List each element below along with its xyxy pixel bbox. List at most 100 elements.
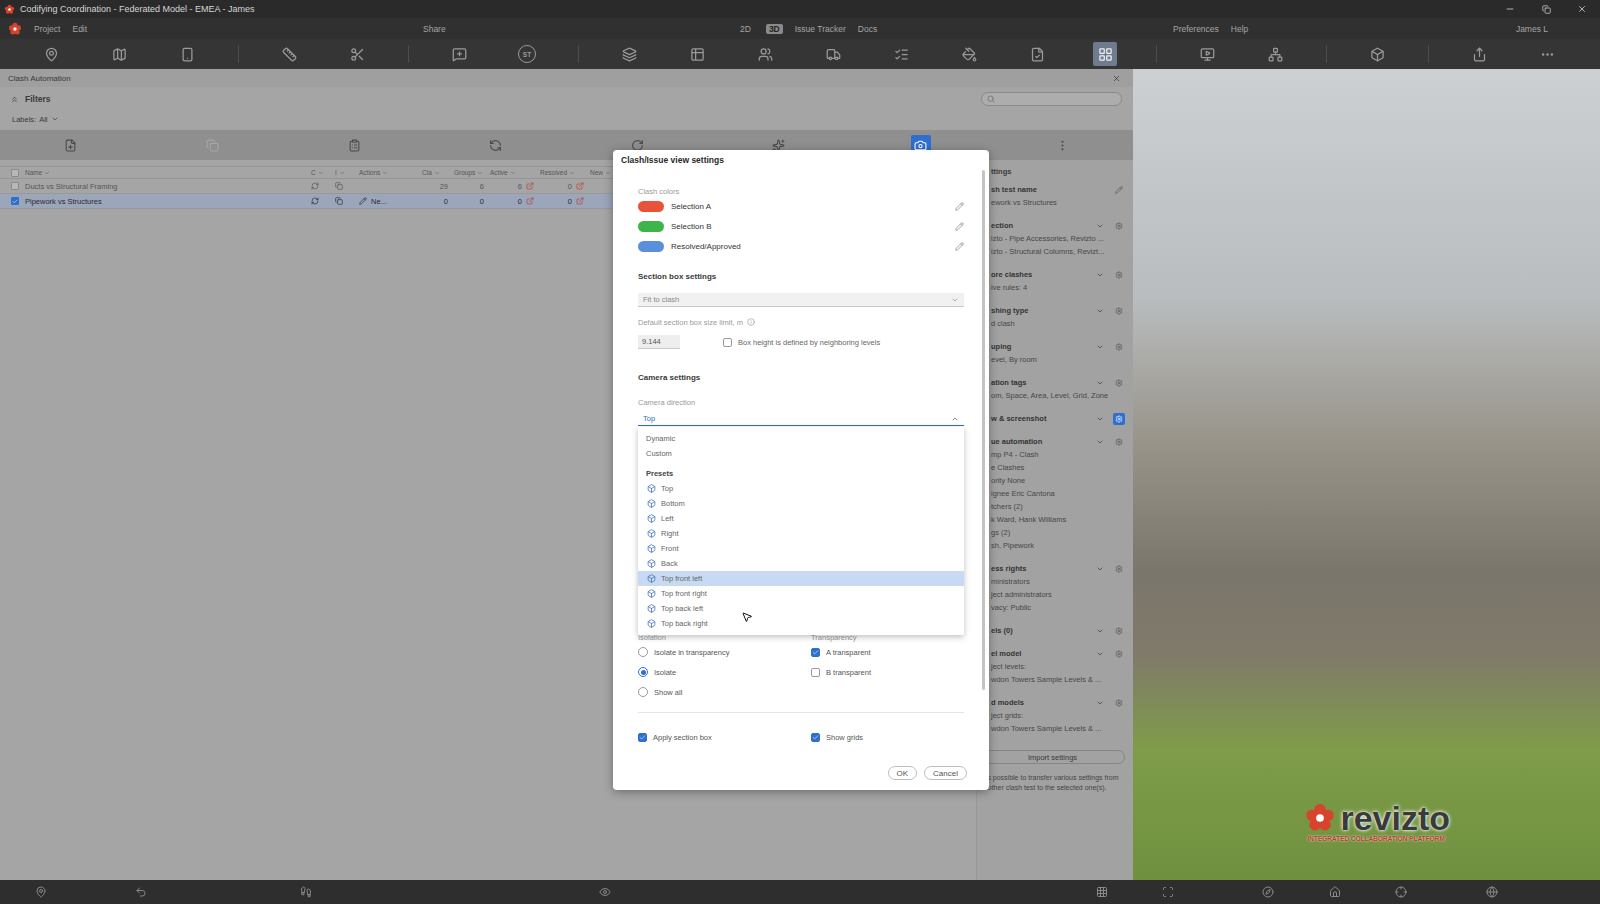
menu-option[interactable]: Top front left <box>638 571 964 586</box>
pencil-icon[interactable] <box>955 242 964 251</box>
toolbar-button[interactable] <box>425 39 493 69</box>
select-all-checkbox[interactable] <box>11 169 19 177</box>
pencil-icon[interactable] <box>359 197 367 205</box>
section-action[interactable] <box>1113 648 1125 660</box>
chevron-down-icon[interactable] <box>1096 307 1104 315</box>
toolbar-button[interactable] <box>1071 39 1139 69</box>
menu-option[interactable]: Back <box>638 556 964 571</box>
radio-option[interactable]: Isolate <box>638 662 811 682</box>
section-head[interactable]: shing type <box>991 304 1125 317</box>
chevron-down-icon[interactable] <box>1096 379 1104 387</box>
column-header[interactable]: C <box>308 169 332 176</box>
menu-option[interactable]: Left <box>638 511 964 526</box>
color-swatch[interactable] <box>638 221 664 232</box>
checkbox-option[interactable]: B transparent <box>811 662 967 682</box>
search-input[interactable] <box>998 95 1116 104</box>
neighbor-levels-checkbox[interactable] <box>723 338 732 347</box>
toolbar-button[interactable] <box>935 39 1003 69</box>
checkbox[interactable] <box>811 733 820 742</box>
radio-option[interactable]: Show all <box>638 682 811 702</box>
camera-direction-select[interactable]: Top <box>638 412 964 426</box>
import-settings-button[interactable]: Import settings <box>980 750 1125 764</box>
toolbar-button[interactable] <box>153 39 221 69</box>
status-button[interactable] <box>1258 882 1278 902</box>
toolbar-button[interactable] <box>799 39 867 69</box>
filters-label[interactable]: Filters <box>25 94 51 104</box>
refresh-icon[interactable] <box>311 182 319 190</box>
section-head[interactable]: ue automation <box>991 435 1125 448</box>
panel-tool-button[interactable] <box>991 130 1133 160</box>
section-head[interactable]: d models <box>991 696 1125 709</box>
column-header[interactable]: I <box>332 169 356 176</box>
panel-tool-button[interactable] <box>283 130 425 160</box>
status-button[interactable] <box>1325 882 1345 902</box>
checkbox-option[interactable]: Apply section box <box>638 727 811 747</box>
toolbar-button[interactable]: ST <box>493 39 561 69</box>
chevron-down-icon[interactable] <box>1096 627 1104 635</box>
chevron-down-icon[interactable] <box>1096 415 1104 423</box>
toolbar-button[interactable] <box>1513 39 1581 69</box>
close-button[interactable] <box>1564 0 1600 18</box>
toolbar-button[interactable] <box>1241 39 1309 69</box>
labels-filter[interactable]: Labels:All <box>0 111 1133 127</box>
section-action[interactable] <box>1113 436 1125 448</box>
chevron-down-icon[interactable] <box>1096 438 1104 446</box>
section-action[interactable] <box>1113 269 1125 281</box>
dialog-button[interactable]: OK <box>888 766 918 780</box>
open-icon[interactable] <box>576 182 584 190</box>
toolbar-button[interactable] <box>731 39 799 69</box>
module-item[interactable]: Docs <box>858 24 877 34</box>
status-button[interactable] <box>131 882 151 902</box>
section-action[interactable] <box>1113 625 1125 637</box>
view-tab[interactable]: 3D <box>766 24 783 34</box>
section-action[interactable] <box>1113 377 1125 389</box>
toolbar-button[interactable] <box>17 39 85 69</box>
section-action[interactable] <box>1113 341 1125 353</box>
column-header[interactable]: Active <box>487 169 537 176</box>
status-button[interactable] <box>31 882 51 902</box>
minimize-button[interactable] <box>1492 0 1528 18</box>
menu-option[interactable]: Top front right <box>638 586 964 601</box>
section-action[interactable] <box>1113 697 1125 709</box>
section-box-select[interactable]: Fit to clash <box>638 293 964 307</box>
menu-item[interactable]: Preferences <box>1173 24 1219 34</box>
toolbar-button[interactable] <box>595 39 663 69</box>
menu-item[interactable]: Project <box>34 24 60 34</box>
info-icon[interactable] <box>747 318 755 326</box>
toolbar-button[interactable] <box>1445 39 1513 69</box>
refresh-icon[interactable] <box>311 197 319 205</box>
menu-option[interactable]: Bottom <box>638 496 964 511</box>
open-icon[interactable] <box>526 182 534 190</box>
chevron-down-icon[interactable] <box>1096 222 1104 230</box>
section-action[interactable] <box>1113 305 1125 317</box>
toolbar-button[interactable] <box>663 39 731 69</box>
toolbar-button[interactable] <box>255 39 323 69</box>
view-tab[interactable]: 2D <box>737 24 754 34</box>
chevron-down-icon[interactable] <box>1096 343 1104 351</box>
dialog-button[interactable]: Cancel <box>924 766 967 780</box>
scrollbar[interactable] <box>982 170 985 690</box>
radio-option[interactable]: Isolate in transparency <box>638 642 811 662</box>
viewport-scene[interactable]: reviztoINTEGRATED COLLABORATION PLATFORM <box>1133 69 1600 880</box>
chevron-down-icon[interactable] <box>1096 650 1104 658</box>
checkbox-option[interactable]: Show grids <box>811 727 967 747</box>
radio-button[interactable] <box>638 667 648 677</box>
status-button[interactable] <box>1482 882 1502 902</box>
menu-item[interactable]: Edit <box>72 24 87 34</box>
module-item[interactable]: Issue Tracker <box>795 24 846 34</box>
status-button[interactable] <box>1391 882 1411 902</box>
toolbar-button[interactable] <box>1173 39 1241 69</box>
chevron-down-icon[interactable] <box>1096 699 1104 707</box>
section-action[interactable] <box>1113 220 1125 232</box>
checkbox-option[interactable]: A transparent <box>811 642 967 662</box>
panel-tool-button[interactable] <box>142 130 284 160</box>
chevron-down-icon[interactable] <box>1096 565 1104 573</box>
checkbox[interactable] <box>811 668 820 677</box>
section-action[interactable] <box>1113 413 1125 425</box>
section-action[interactable] <box>1113 563 1125 575</box>
column-header[interactable]: Name <box>22 169 308 176</box>
radio-button[interactable] <box>638 647 648 657</box>
row-checkbox[interactable] <box>11 182 19 190</box>
menu-option[interactable]: Front <box>638 541 964 556</box>
row-checkbox[interactable] <box>11 197 19 205</box>
